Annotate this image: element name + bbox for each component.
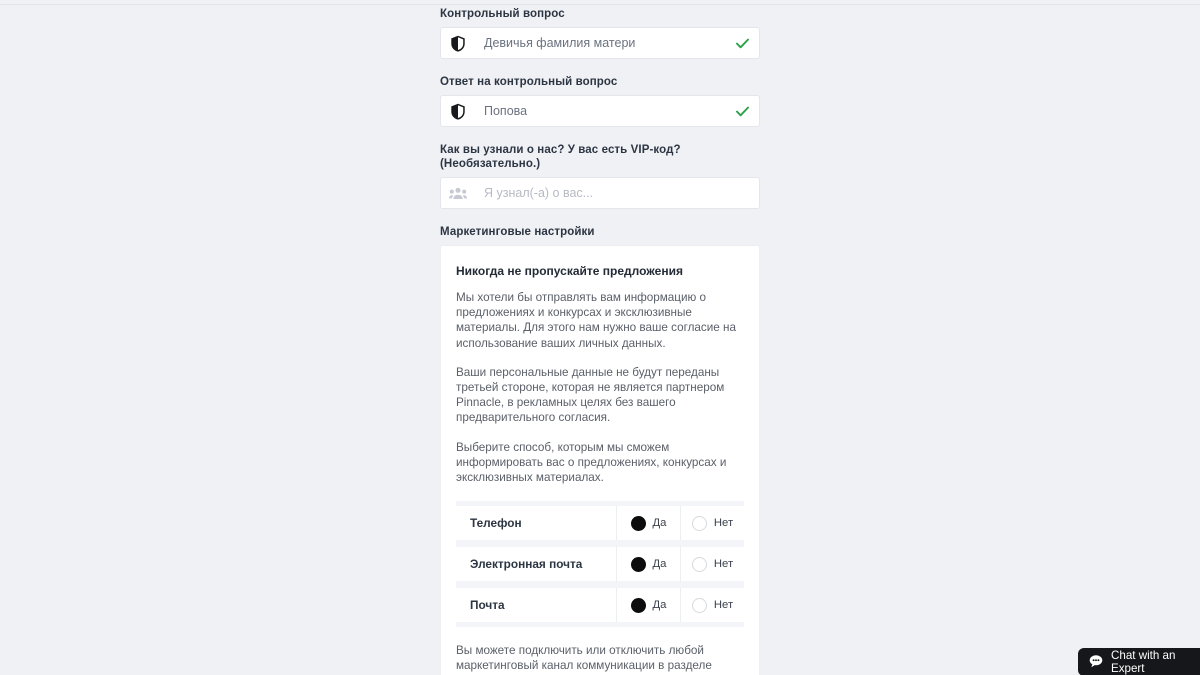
radio-yes-selected[interactable] — [630, 597, 646, 613]
referral-field[interactable]: Я узнал(-а) о вас... — [440, 177, 760, 209]
green-check-icon — [735, 104, 749, 118]
security-question-label: Контрольный вопрос — [440, 8, 565, 20]
yes-label: Да — [652, 558, 667, 571]
green-check-icon — [735, 36, 749, 50]
radio-yes-selected[interactable] — [630, 556, 646, 572]
yes-label: Да — [652, 517, 667, 530]
marketing-footnote: Вы можете подключить или отключить любой… — [456, 644, 712, 675]
channel-name: Электронная почта — [470, 557, 583, 572]
marketing-paragraph: Выберите способ, которым мы сможем инфор… — [456, 440, 727, 485]
radio-yes-selected[interactable] — [630, 515, 646, 531]
radio-no-unselected[interactable] — [691, 515, 707, 531]
channel-yes-option[interactable]: Да — [616, 588, 680, 623]
no-label: Нет — [713, 517, 734, 530]
marketing-title: Никогда не пропускайте предложения — [456, 264, 683, 278]
security-answer-label: Ответ на контрольный вопрос — [440, 76, 618, 88]
chat-label: Chat with an Expert — [1111, 649, 1176, 675]
channel-no-option[interactable]: Нет — [680, 547, 744, 582]
radio-no-unselected[interactable] — [691, 597, 707, 613]
marketing-channel-row: Телефон Да Нет — [456, 506, 744, 541]
shield-icon — [449, 102, 467, 120]
marketing-channel-row: Электронная почта Да Нет — [456, 547, 744, 582]
marketing-channel-list: Телефон Да Нет Электронная почта Да Нет … — [456, 501, 744, 628]
marketing-channel-row: Почта Да Нет — [456, 588, 744, 623]
security-answer-value: Попова — [484, 104, 528, 118]
marketing-paragraph: Ваши персональные данные не будут переда… — [456, 365, 725, 425]
referral-placeholder: Я узнал(-а) о вас... — [484, 186, 594, 200]
marketing-settings-label: Маркетинговые настройки — [440, 226, 595, 238]
no-label: Нет — [713, 558, 734, 571]
channel-name: Телефон — [470, 516, 522, 531]
channel-yes-option[interactable]: Да — [616, 547, 680, 582]
yes-label: Да — [652, 599, 667, 612]
channel-no-option[interactable]: Нет — [680, 506, 744, 541]
no-label: Нет — [713, 599, 734, 612]
radio-no-unselected[interactable] — [691, 556, 707, 572]
shield-icon — [449, 34, 467, 52]
people-icon — [449, 184, 467, 202]
marketing-card: Никогда не пропускайте предложения Мы хо… — [440, 245, 760, 675]
chat-with-expert-button[interactable]: Chat with an Expert — [1078, 648, 1200, 675]
security-question-value: Девичья фамилия матери — [484, 36, 636, 50]
chat-bubble-icon — [1089, 654, 1103, 671]
security-answer-field[interactable]: Попова — [440, 95, 760, 127]
referral-label: Как вы узнали о нас? У вас есть VIP-код?… — [440, 144, 681, 170]
channel-no-option[interactable]: Нет — [680, 588, 744, 623]
channel-yes-option[interactable]: Да — [616, 506, 680, 541]
channel-name: Почта — [470, 598, 505, 613]
registration-form-column: Контрольный вопрос Девичья фамилия матер… — [440, 0, 760, 675]
marketing-paragraph: Мы хотели бы отправлять вам информацию о… — [456, 291, 736, 350]
security-question-field[interactable]: Девичья фамилия матери — [440, 27, 760, 59]
